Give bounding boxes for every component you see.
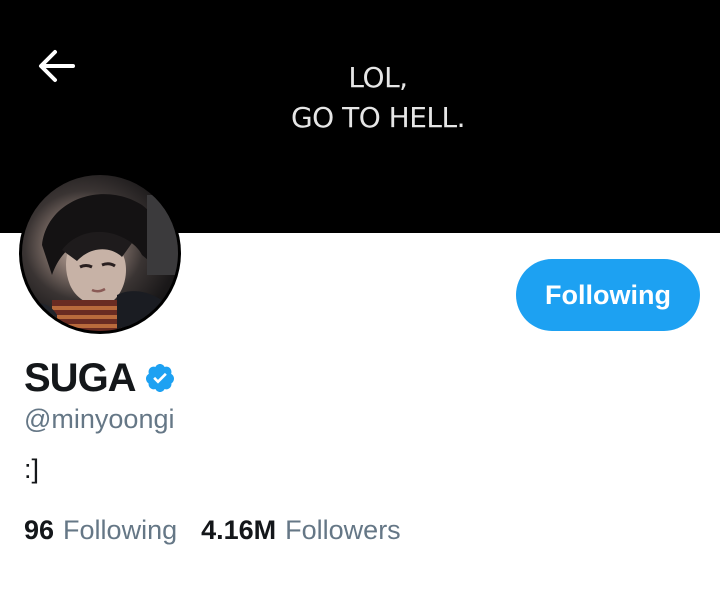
- arrow-left-icon: [39, 50, 75, 82]
- name-row: SUGA: [24, 352, 176, 404]
- banner-text-line-1: LOL,: [348, 61, 408, 94]
- profile-page: LOL, GO TO HELL. Following SUGA @minyoon…: [0, 0, 720, 594]
- following-count: 96: [24, 515, 55, 545]
- followers-stat[interactable]: 4.16M Followers: [201, 515, 401, 546]
- avatar-photo-illustration: [22, 194, 178, 331]
- followers-label: Followers: [285, 515, 401, 545]
- banner-text: LOL, GO TO HELL.: [250, 58, 506, 138]
- followers-count: 4.16M: [201, 515, 277, 545]
- following-button[interactable]: Following: [516, 259, 700, 331]
- profile-stats: 96 Following 4.16M Followers: [24, 515, 401, 546]
- display-name: SUGA: [24, 355, 137, 400]
- banner-text-line-2: GO TO HELL.: [290, 101, 466, 134]
- back-button[interactable]: [30, 44, 82, 88]
- following-label: Following: [63, 515, 178, 545]
- avatar-image: [22, 175, 178, 331]
- profile-handle: @minyoongi: [24, 404, 175, 434]
- avatar[interactable]: [19, 172, 181, 334]
- verified-badge-icon: [145, 364, 174, 392]
- following-stat[interactable]: 96 Following: [24, 515, 177, 546]
- profile-bio: :]: [24, 454, 40, 484]
